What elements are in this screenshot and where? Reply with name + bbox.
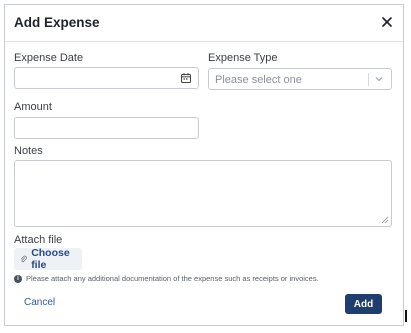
expense-date-field[interactable] [14,67,199,89]
attach-hint-text: Please attach any additional documentati… [26,274,319,283]
paperclip-icon [20,255,27,262]
attach-file-label: Attach file [14,234,63,246]
resize-grip-icon[interactable] [381,216,389,224]
info-icon: i [14,274,22,283]
notes-textarea[interactable] [15,161,391,226]
amount-field[interactable] [14,117,199,139]
choose-file-button[interactable]: Choose file [14,247,82,271]
expense-type-placeholder: Please select one [215,74,302,86]
amount-input[interactable] [15,118,198,138]
attach-hint: i Please attach any additional documenta… [14,274,319,283]
expense-date-input[interactable] [15,68,198,88]
add-button[interactable]: Add [345,294,382,314]
choose-file-label: Choose file [31,247,70,271]
close-icon[interactable] [379,14,395,30]
expense-type-label: Expense Type [208,52,278,64]
add-expense-dialog: Add Expense Expense Date Expense Type Pl… [4,4,404,326]
amount-label: Amount [14,101,52,113]
expense-date-label: Expense Date [14,52,84,64]
chevron-down-icon[interactable] [373,73,385,85]
text-cursor [405,310,407,322]
expense-type-select[interactable]: Please select one [208,68,392,90]
calendar-icon[interactable] [180,72,192,84]
notes-label: Notes [14,145,43,157]
notes-field[interactable] [14,160,392,227]
dialog-header: Add Expense [5,5,403,42]
cancel-button[interactable]: Cancel [24,297,55,308]
dialog-title: Add Expense [14,15,100,30]
select-separator [368,73,369,86]
